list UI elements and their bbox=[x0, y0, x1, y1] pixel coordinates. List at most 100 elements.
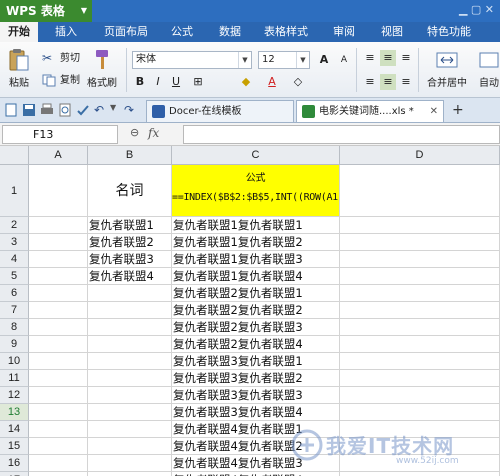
row-header[interactable]: 17 bbox=[0, 472, 29, 476]
cell-a[interactable] bbox=[29, 285, 88, 302]
cell-d[interactable] bbox=[340, 387, 500, 404]
cell-c[interactable]: 复仇者联盟2复仇者联盟3 bbox=[172, 319, 340, 336]
copy-button[interactable]: 复制 bbox=[42, 72, 80, 89]
cell-d[interactable] bbox=[340, 472, 500, 476]
align-left-icon[interactable]: ≡ bbox=[362, 74, 378, 90]
cell-a[interactable] bbox=[29, 268, 88, 285]
row-header[interactable]: 12 bbox=[0, 387, 29, 404]
print-preview-icon[interactable] bbox=[58, 103, 72, 117]
zoom-function-icon[interactable]: ⊖ bbox=[130, 126, 139, 139]
fill-color-icon[interactable]: ◆ bbox=[238, 74, 254, 90]
italic-icon[interactable]: I bbox=[150, 74, 166, 90]
tab-home[interactable]: 开始 bbox=[0, 22, 38, 42]
tab-table-style[interactable]: 表格样式 bbox=[258, 22, 314, 42]
merge-center-button[interactable]: 合并居中 bbox=[422, 46, 472, 94]
cell-c[interactable]: 复仇者联盟1复仇者联盟1 bbox=[172, 217, 340, 234]
cell-b[interactable] bbox=[88, 302, 172, 319]
border-icon[interactable]: ⊞ bbox=[190, 74, 206, 90]
cut-button[interactable]: ✂ 剪切 bbox=[42, 50, 80, 67]
cell-a[interactable] bbox=[29, 455, 88, 472]
cell-c[interactable]: 复仇者联盟4复仇者联盟2 bbox=[172, 438, 340, 455]
cell-b[interactable] bbox=[88, 472, 172, 476]
name-box[interactable]: F13 bbox=[2, 125, 118, 144]
new-file-icon[interactable] bbox=[4, 103, 18, 117]
cell-a[interactable] bbox=[29, 319, 88, 336]
tab-data[interactable]: 数据 bbox=[212, 22, 248, 42]
cell-c[interactable]: 复仇者联盟4复仇者联盟4 bbox=[172, 472, 340, 476]
cell-c[interactable]: 复仇者联盟3复仇者联盟2 bbox=[172, 370, 340, 387]
align-middle-icon[interactable]: ≡ bbox=[380, 50, 396, 66]
cell-c[interactable]: 复仇者联盟2复仇者联盟2 bbox=[172, 302, 340, 319]
column-header-b[interactable]: B bbox=[88, 146, 172, 165]
cell-d[interactable] bbox=[340, 268, 500, 285]
tab-formulas[interactable]: 公式 bbox=[164, 22, 200, 42]
cell-c[interactable]: 复仇者联盟4复仇者联盟3 bbox=[172, 455, 340, 472]
cell-d[interactable] bbox=[340, 251, 500, 268]
cell-b[interactable] bbox=[88, 404, 172, 421]
align-top-icon[interactable]: ≡ bbox=[362, 50, 378, 66]
row-header[interactable]: 14 bbox=[0, 421, 29, 438]
cell-a[interactable] bbox=[29, 165, 88, 217]
app-menu-button[interactable]: WPS 表格 ▼ bbox=[0, 0, 92, 22]
chevron-down-icon[interactable]: ▼ bbox=[110, 103, 124, 117]
cell-d[interactable] bbox=[340, 455, 500, 472]
column-header-a[interactable]: A bbox=[29, 146, 88, 165]
font-name-select[interactable]: 宋体 ▼ bbox=[132, 51, 252, 69]
cell-b[interactable] bbox=[88, 319, 172, 336]
window-controls[interactable]: ▁ ▢ ✕ bbox=[459, 3, 494, 16]
cell-a[interactable] bbox=[29, 251, 88, 268]
auto-wrap-button[interactable]: 自动 bbox=[474, 46, 500, 94]
column-header-d[interactable]: D bbox=[340, 146, 500, 165]
cell-c[interactable]: 复仇者联盟1复仇者联盟2 bbox=[172, 234, 340, 251]
save-icon[interactable] bbox=[22, 103, 36, 117]
format-painter-button[interactable]: 格式刷 bbox=[82, 46, 122, 94]
cell-d[interactable] bbox=[340, 217, 500, 234]
cell-a[interactable] bbox=[29, 234, 88, 251]
cell-a[interactable] bbox=[29, 353, 88, 370]
cell-b[interactable] bbox=[88, 421, 172, 438]
cell-b[interactable]: 复仇者联盟4 bbox=[88, 268, 172, 285]
cell-d[interactable] bbox=[340, 234, 500, 251]
paste-button[interactable]: 粘贴 bbox=[2, 46, 36, 94]
cell-a[interactable] bbox=[29, 421, 88, 438]
cell-b[interactable] bbox=[88, 455, 172, 472]
cell-b[interactable] bbox=[88, 387, 172, 404]
align-bottom-icon[interactable]: ≡ bbox=[398, 50, 414, 66]
cell-a[interactable] bbox=[29, 302, 88, 319]
cell-c[interactable]: 复仇者联盟3复仇者联盟3 bbox=[172, 387, 340, 404]
tab-view[interactable]: 视图 bbox=[374, 22, 410, 42]
column-header-c[interactable]: C bbox=[172, 146, 340, 165]
cell-d[interactable] bbox=[340, 438, 500, 455]
select-all-corner[interactable] bbox=[0, 146, 29, 165]
cell-d[interactable] bbox=[340, 285, 500, 302]
align-right-icon[interactable]: ≡ bbox=[398, 74, 414, 90]
row-header[interactable]: 7 bbox=[0, 302, 29, 319]
cell-d[interactable] bbox=[340, 302, 500, 319]
cell-d[interactable] bbox=[340, 421, 500, 438]
cell-d[interactable] bbox=[340, 370, 500, 387]
row-header[interactable]: 3 bbox=[0, 234, 29, 251]
row-header[interactable]: 8 bbox=[0, 319, 29, 336]
tab-special-features[interactable]: 特色功能 bbox=[420, 22, 478, 42]
row-header[interactable]: 9 bbox=[0, 336, 29, 353]
cell-d[interactable] bbox=[340, 336, 500, 353]
row-header[interactable]: 1 bbox=[0, 165, 29, 217]
tab-page-layout[interactable]: 页面布局 bbox=[98, 22, 154, 42]
cell-a[interactable] bbox=[29, 370, 88, 387]
cell-d[interactable] bbox=[340, 353, 500, 370]
row-header[interactable]: 2 bbox=[0, 217, 29, 234]
bold-icon[interactable]: B bbox=[132, 74, 148, 90]
cell-c[interactable]: 复仇者联盟1复仇者联盟4 bbox=[172, 268, 340, 285]
clear-format-icon[interactable]: ◇ bbox=[290, 74, 306, 90]
print-icon[interactable] bbox=[40, 103, 54, 117]
cell-b[interactable] bbox=[88, 438, 172, 455]
row-header[interactable]: 13 bbox=[0, 404, 29, 421]
underline-icon[interactable]: U bbox=[168, 74, 184, 90]
redo-icon[interactable]: ↷ bbox=[124, 103, 138, 117]
cell-a[interactable] bbox=[29, 387, 88, 404]
cell-b[interactable]: 名词 bbox=[88, 165, 172, 217]
cell-c[interactable]: 复仇者联盟4复仇者联盟1 bbox=[172, 421, 340, 438]
font-size-select[interactable]: 12 ▼ bbox=[258, 51, 310, 69]
undo-icon[interactable]: ↶ bbox=[94, 103, 108, 117]
tab-insert[interactable]: 插入 bbox=[48, 22, 84, 42]
